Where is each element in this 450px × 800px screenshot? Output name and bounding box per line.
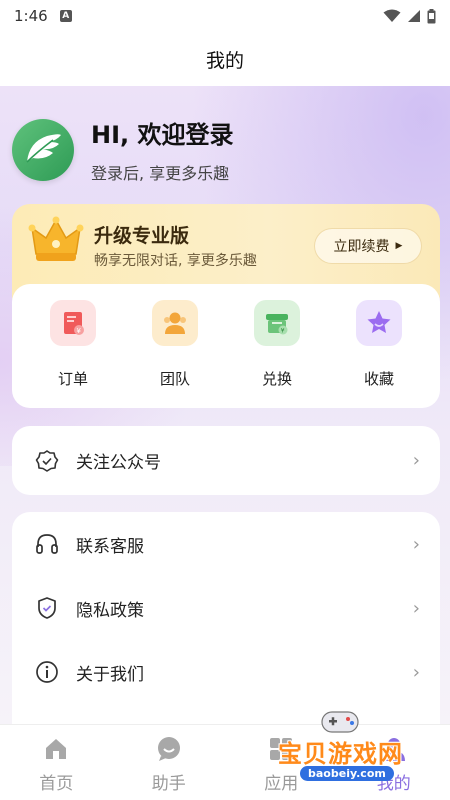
quick-action-label: 订单	[57, 370, 88, 388]
menu-item-contact-support[interactable]: 联系客服 ›	[12, 512, 440, 576]
chevron-right-icon: ›	[412, 533, 420, 555]
chevron-right-icon: ›	[412, 450, 420, 471]
profile-header[interactable]: HI, 欢迎登录 登录后, 享更多乐趣	[12, 115, 234, 184]
shield-icon	[34, 595, 60, 621]
chevron-right-icon: ›	[412, 597, 420, 619]
battery-icon	[427, 8, 436, 23]
menu-card-support: 联系客服 › 隐私政策 › 关于我们 ›	[12, 512, 440, 742]
menu-item-follow-official-account[interactable]: 关注公众号 ›	[12, 426, 440, 495]
info-icon	[34, 659, 60, 685]
nav-tab-home[interactable]: 首页	[6, 735, 106, 794]
nav-tab-label: 应用	[264, 774, 299, 794]
quick-action-favorite[interactable]: 收藏	[334, 284, 424, 408]
leaf-logo-icon	[26, 133, 61, 163]
nav-tab-label: 首页	[39, 774, 74, 794]
status-icons	[383, 8, 436, 24]
nav-tab-label: 助手	[151, 774, 186, 794]
redeem-icon: ¥	[254, 300, 300, 346]
nav-tab-assistant[interactable]: 助手	[119, 735, 219, 794]
bottom-navigation: 首页 助手 应用 我的	[0, 724, 450, 800]
apps-icon	[267, 735, 295, 763]
signal-icon	[408, 10, 420, 22]
quick-actions-card: ¥ 订单 团队 ¥ 兑换 收藏	[12, 284, 440, 408]
quick-action-redeem[interactable]: ¥ 兑换	[232, 284, 322, 408]
nav-tab-apps[interactable]: 应用	[231, 735, 331, 794]
status-time: 1:46	[14, 7, 48, 25]
vip-title: 升级专业版	[94, 225, 190, 247]
play-arrow-icon: ▶	[395, 241, 403, 251]
team-icon	[152, 300, 198, 346]
menu-item-label: 隐私政策	[76, 600, 144, 621]
status-bar: 1:46 A	[0, 0, 450, 32]
renew-button[interactable]: 立即续费 ▶	[314, 228, 422, 264]
menu-item-label: 关注公众号	[76, 453, 161, 473]
quick-action-label: 收藏	[363, 370, 394, 388]
home-icon	[42, 735, 70, 763]
quick-action-team[interactable]: 团队	[130, 284, 220, 408]
renew-button-label: 立即续费	[333, 239, 390, 255]
notification-icon: A	[59, 10, 72, 22]
svg-text:¥: ¥	[281, 328, 285, 335]
nav-tab-profile[interactable]: 我的	[344, 735, 444, 794]
page-title: 我的	[205, 49, 244, 72]
crown-icon	[28, 214, 84, 270]
quick-action-order[interactable]: ¥ 订单	[28, 284, 118, 408]
chat-bubble-icon	[155, 735, 183, 763]
menu-item-label: 联系客服	[76, 536, 144, 557]
headset-icon	[34, 531, 60, 557]
menu-card-follow: 关注公众号 ›	[12, 426, 440, 495]
profile-icon	[380, 735, 408, 763]
chevron-right-icon: ›	[412, 661, 420, 683]
login-greeting[interactable]: HI, 欢迎登录	[91, 115, 234, 150]
title-bar: 我的	[0, 32, 450, 86]
nav-tab-label: 我的	[376, 774, 411, 794]
avatar[interactable]	[12, 118, 74, 181]
wifi-icon	[383, 9, 401, 22]
quick-action-label: 团队	[159, 370, 190, 388]
quick-action-label: 兑换	[261, 370, 292, 388]
menu-item-label: 关于我们	[76, 664, 144, 685]
menu-item-about-us[interactable]: 关于我们 ›	[12, 640, 440, 704]
favorite-star-icon	[356, 300, 402, 346]
order-icon: ¥	[50, 300, 96, 346]
vip-subtitle: 畅享无限对话, 享更多乐趣	[94, 253, 257, 269]
verified-badge-icon	[34, 448, 60, 474]
menu-item-privacy-policy[interactable]: 隐私政策 ›	[12, 576, 440, 640]
svg-text:¥: ¥	[77, 327, 82, 335]
login-hint: 登录后, 享更多乐趣	[91, 164, 230, 183]
